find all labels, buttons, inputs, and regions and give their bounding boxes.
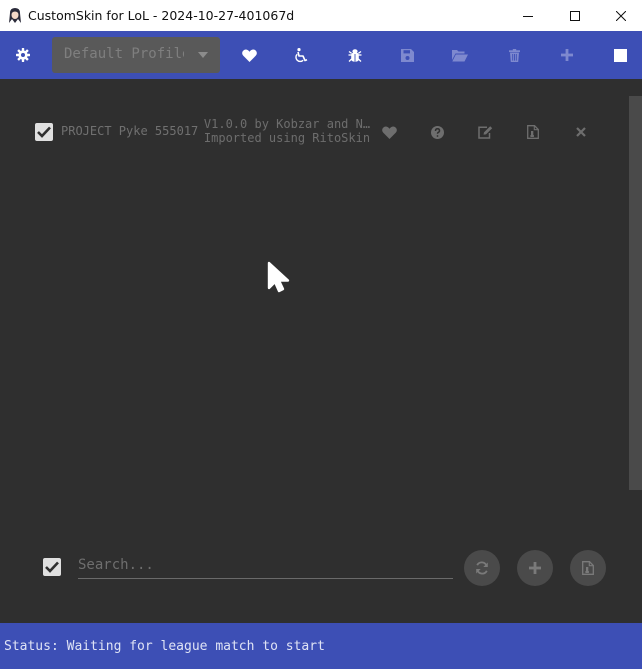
window-title: CustomSkin for LoL - 2024-10-27-401067d xyxy=(28,8,295,23)
heart-icon xyxy=(241,48,257,62)
folder-open-icon xyxy=(452,49,468,61)
help-icon xyxy=(430,125,444,139)
close-button[interactable] xyxy=(598,0,642,31)
mod-help-button[interactable] xyxy=(425,120,449,144)
settings-button[interactable] xyxy=(3,31,43,79)
mod-checkbox[interactable] xyxy=(35,123,53,141)
mod-description: Imported using RitoSkin xyxy=(203,131,371,145)
gear-icon xyxy=(16,48,30,62)
stop-icon xyxy=(613,48,627,62)
select-all-checkbox[interactable] xyxy=(43,558,61,576)
stop-button[interactable] xyxy=(600,31,640,79)
chevron-down-icon xyxy=(198,52,208,58)
check-icon xyxy=(45,561,59,573)
scrollbar[interactable] xyxy=(629,96,642,490)
status-text: Status: Waiting for league match to star… xyxy=(4,639,325,654)
save-icon xyxy=(400,48,414,62)
accessibility-button[interactable] xyxy=(281,31,321,79)
close-icon xyxy=(576,127,586,137)
minimize-button[interactable] xyxy=(505,0,551,31)
edit-icon xyxy=(477,125,492,139)
bug-icon xyxy=(348,48,362,62)
mod-favorite-button[interactable] xyxy=(377,120,401,144)
mod-name: PROJECT Pyke 555017 xyxy=(61,124,199,138)
mod-version-author: V1.0.0 by Kobzar and N… xyxy=(203,117,371,131)
file-icon xyxy=(582,561,594,575)
maximize-icon xyxy=(570,10,580,21)
refresh-button[interactable] xyxy=(464,550,500,586)
status-bar: Status: Waiting for league match to star… xyxy=(0,623,642,669)
search-input[interactable] xyxy=(78,552,453,579)
accessibility-icon xyxy=(295,47,308,62)
mod-meta: V1.0.0 by Kobzar and N… Imported using R… xyxy=(202,117,372,145)
mod-edit-button[interactable] xyxy=(473,120,497,144)
maximize-button[interactable] xyxy=(552,0,598,31)
toolbar: Default Profile xyxy=(0,31,642,79)
profile-select[interactable]: Default Profile xyxy=(52,37,220,73)
mod-remove-button[interactable] xyxy=(569,120,593,144)
delete-button[interactable] xyxy=(494,31,534,79)
favorites-button[interactable] xyxy=(229,31,269,79)
mouse-pointer-icon xyxy=(266,261,292,297)
plus-icon xyxy=(561,49,573,61)
profile-select-value: Default Profile xyxy=(64,46,184,62)
mod-list-panel xyxy=(0,79,642,623)
title-bar: CustomSkin for LoL - 2024-10-27-401067d xyxy=(0,0,642,31)
open-folder-button[interactable] xyxy=(440,31,480,79)
save-button[interactable] xyxy=(387,31,427,79)
file-icon xyxy=(527,125,539,139)
add-button[interactable] xyxy=(547,31,587,79)
add-mod-button[interactable] xyxy=(517,550,553,586)
add-icon xyxy=(529,562,541,574)
mod-row[interactable]: PROJECT Pyke 555017 V1.0.0 by Kobzar and… xyxy=(0,112,620,152)
refresh-icon xyxy=(476,561,488,575)
debug-button[interactable] xyxy=(335,31,375,79)
import-file-button[interactable] xyxy=(570,550,606,586)
close-icon xyxy=(616,10,626,21)
mod-export-button[interactable] xyxy=(521,120,545,144)
heart-icon xyxy=(381,125,397,139)
minimize-icon xyxy=(523,15,533,17)
trash-icon xyxy=(508,48,520,62)
app-character-icon xyxy=(7,7,23,24)
check-icon xyxy=(37,126,51,138)
